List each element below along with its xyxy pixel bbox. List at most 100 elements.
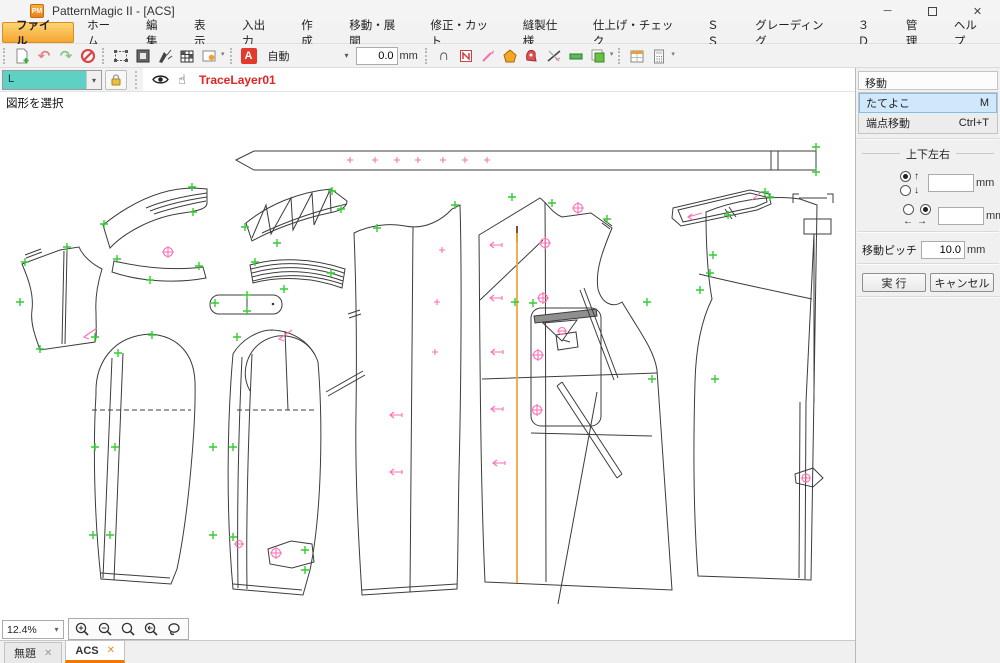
menu-help[interactable]: ヘルプ [941, 22, 1000, 43]
up-arrow-icon: ↑ [914, 171, 924, 182]
direction-group-title: 上下左右 [862, 146, 994, 162]
document-tab-bar: 無題 ✕ ACS ✕ [0, 640, 855, 663]
green-bar-icon [567, 47, 585, 65]
pattern-canvas[interactable]: 図形を選択 12.4% ▾ [0, 92, 855, 640]
menu-bar: ファイル ホーム 編集 表示 入出力 作成 移動・展開 修正・カット 縫製仕様 … [0, 22, 1000, 44]
toolbar-grip[interactable] [3, 48, 8, 64]
layer-visibility-button[interactable] [149, 70, 171, 90]
command-shortcut: Ctrl+T [959, 117, 989, 129]
cancel-button[interactable]: キャンセル [930, 273, 994, 292]
command-label: たてよこ [866, 95, 910, 111]
auto-label-button[interactable]: A [239, 46, 259, 66]
vertical-distance-input[interactable] [928, 174, 974, 192]
offset-unit-label: mm [400, 50, 418, 62]
zoom-fit-button[interactable] [117, 620, 140, 639]
calculator-icon [650, 47, 668, 65]
panel-separator [857, 231, 999, 233]
zoom-fit-icon [120, 621, 137, 638]
menu-sewing-spec[interactable]: 縫製仕様 [510, 22, 580, 43]
toolbar-overflow[interactable]: ▾ [221, 50, 225, 58]
pink-pen-button[interactable] [478, 46, 498, 66]
new-document-button[interactable] [12, 46, 32, 66]
tab-close-icon[interactable]: ✕ [44, 648, 52, 659]
size-selector[interactable]: L ▾ [2, 70, 102, 90]
polyline-select-button[interactable] [155, 46, 175, 66]
piece-strip [112, 261, 206, 281]
toolbar-grip[interactable] [230, 48, 235, 64]
layer-bar: L ▾ ☝ TraceLayer01 [0, 68, 855, 92]
region-select-button[interactable] [133, 46, 153, 66]
toolbar-overflow[interactable]: ▾ [610, 50, 614, 58]
redo-button[interactable]: ↷ [56, 46, 76, 66]
cross-lines-button[interactable] [544, 46, 564, 66]
menu-3d[interactable]: ３Ｄ [845, 22, 893, 43]
pitch-label: 移動ピッチ [862, 242, 917, 258]
menu-home[interactable]: ホーム [74, 22, 133, 43]
offset-input[interactable] [356, 47, 398, 65]
green-bar-button[interactable] [566, 46, 586, 66]
zoom-area-icon [166, 621, 183, 638]
horizontal-distance-input[interactable] [938, 207, 984, 225]
zoom-out-icon [97, 621, 114, 638]
menu-ss[interactable]: ＳＳ [694, 22, 742, 43]
menu-view[interactable]: 表示 [181, 22, 229, 43]
notch-button[interactable] [456, 46, 476, 66]
pattern-window-button[interactable] [199, 46, 219, 66]
menu-edit[interactable]: 編集 [133, 22, 181, 43]
zoom-in-button[interactable] [71, 620, 94, 639]
marquee-select-button[interactable] [111, 46, 131, 66]
auto-mode-select[interactable]: 自動 ▾ [262, 48, 354, 64]
table-window-button[interactable] [627, 46, 647, 66]
tab-untitled[interactable]: 無題 ✕ [4, 642, 62, 663]
menu-modify-cut[interactable]: 修正・カット [417, 22, 509, 43]
zoom-tools [68, 618, 189, 640]
execute-button[interactable]: 実 行 [862, 273, 926, 292]
tab-acs[interactable]: ACS ✕ [65, 640, 125, 663]
calculator-button[interactable] [649, 46, 669, 66]
zoom-out-button[interactable] [94, 620, 117, 639]
menu-finish-check[interactable]: 仕上げ・チェック [580, 22, 694, 43]
cancel-command-button[interactable] [78, 46, 98, 66]
menu-io[interactable]: 入出力 [229, 22, 288, 43]
menu-move-expand[interactable]: 移動・展開 [336, 22, 417, 43]
piece-front-side [354, 205, 461, 595]
green-layer-button[interactable] [588, 46, 608, 66]
command-shortcut: M [980, 97, 989, 109]
tab-close-icon[interactable]: ✕ [107, 645, 115, 656]
grid-select-button[interactable] [177, 46, 197, 66]
marker-shape-button[interactable] [500, 46, 520, 66]
toolbar: ↶ ↷ ▾ A 自動 ▾ mm ∩ [0, 44, 1000, 68]
pitch-input[interactable] [921, 241, 965, 259]
piece-sleeve-under [228, 330, 321, 595]
menu-grading[interactable]: グレーディング [742, 22, 845, 43]
toolbar-grip[interactable] [618, 48, 623, 64]
radio-right[interactable] [920, 204, 931, 215]
command-tateyoko[interactable]: たてよこ M [859, 93, 997, 113]
snap-button[interactable]: ∩ [434, 46, 454, 66]
piece-collar [103, 188, 207, 248]
menu-manage[interactable]: 管理 [893, 22, 941, 43]
polyline-select-icon [156, 47, 174, 65]
radio-left[interactable] [903, 204, 914, 215]
zoom-area-button[interactable] [163, 620, 186, 639]
radio-up[interactable] [900, 171, 911, 182]
active-layer-name[interactable]: TraceLayer01 [199, 73, 276, 87]
radio-down[interactable] [900, 185, 911, 196]
lock-icon [109, 73, 123, 87]
menu-create[interactable]: 作成 [288, 22, 336, 43]
notch-marks [16, 143, 820, 574]
layer-select-button[interactable]: ☝ [171, 70, 193, 90]
menu-file[interactable]: ファイル [2, 22, 74, 43]
stamp-button[interactable] [522, 46, 542, 66]
undo-button[interactable]: ↶ [34, 46, 54, 66]
zoom-previous-icon [143, 621, 160, 638]
pattern-window-icon [200, 47, 218, 65]
toolbar-grip[interactable] [102, 48, 107, 64]
pentagon-icon [501, 47, 519, 65]
zoom-previous-button[interactable] [140, 620, 163, 639]
zoom-level-select[interactable]: 12.4% ▾ [2, 620, 64, 639]
lock-button[interactable] [105, 70, 127, 90]
toolbar-grip[interactable] [425, 48, 430, 64]
command-endpoint-move[interactable]: 端点移動 Ctrl+T [859, 113, 997, 133]
toolbar-overflow[interactable]: ▾ [671, 50, 675, 58]
